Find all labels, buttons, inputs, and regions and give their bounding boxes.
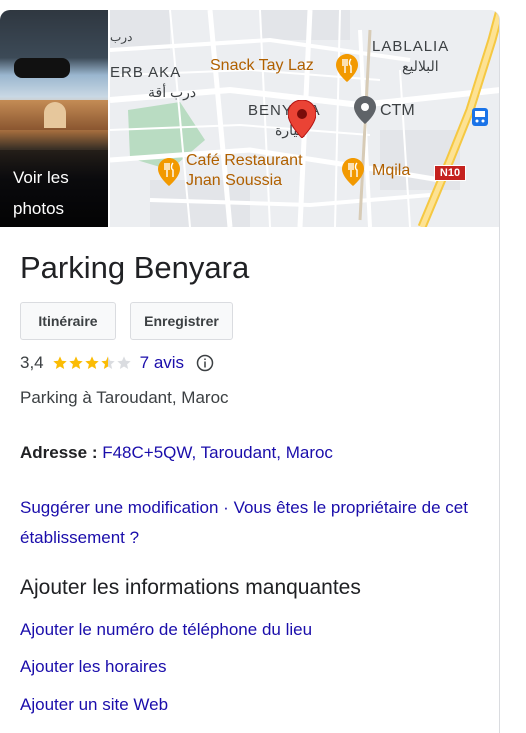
gate-shape [44, 102, 66, 128]
star-full-icon [84, 356, 99, 369]
n10-road-badge: N10 [434, 165, 466, 181]
photos-tile[interactable]: Voir les photos [0, 10, 108, 227]
reviews-link[interactable]: 7 avis [140, 353, 184, 373]
save-button[interactable]: Enregistrer [130, 302, 233, 340]
info-icon[interactable] [196, 354, 214, 372]
rating-score: 3,4 [20, 353, 44, 372]
snack-tay-laz-label[interactable]: Snack Tay Laz [210, 57, 314, 75]
suggest-edit-link[interactable]: Suggérer une modification · Vous êtes le… [20, 493, 470, 553]
derbaka-arabic-label: درب أقة [148, 84, 197, 100]
rating-row: 3,4 7 avis [20, 352, 214, 374]
ctm-label[interactable]: CTM [380, 102, 415, 120]
fork-knife-icon[interactable] [336, 54, 358, 82]
address-value[interactable]: F48C+5QW, Taroudant, Maroc [102, 443, 333, 462]
cafe-restaurant-label[interactable]: Café Restaurant [186, 152, 303, 170]
star-rating [52, 355, 132, 371]
add-phone-link[interactable]: Ajouter le numéro de téléphone du lieu [20, 620, 312, 640]
star-full-icon [52, 356, 67, 369]
itinerary-button[interactable]: Itinéraire [20, 302, 116, 340]
add-hours-link[interactable]: Ajouter les horaires [20, 657, 166, 677]
add-website-link[interactable]: Ajouter un site Web [20, 695, 168, 715]
place-title: Parking Benyara [20, 250, 250, 285]
missing-info-heading: Ajouter les informations manquantes [20, 576, 361, 599]
address-row: Adresse : F48C+5QW, Taroudant, Maroc [20, 443, 333, 463]
place-category: Parking à Taroudant, Maroc [20, 388, 229, 407]
bus-icon[interactable] [472, 108, 488, 126]
lablalia-label: LABLALIA [372, 38, 450, 55]
map-thumbnail[interactable]: LABLALIA البلاليع ERB AKA درب أقة درب BE… [110, 10, 499, 227]
top-arabic-label: درب [110, 30, 133, 44]
address-label: Adresse : [20, 443, 98, 462]
mirror-shape [14, 58, 70, 78]
mqila-label[interactable]: Mqila [372, 162, 410, 180]
fork-knife-icon[interactable] [158, 158, 180, 186]
jnan-soussia-label[interactable]: Jnan Soussia [186, 172, 282, 190]
derbaka-label: ERB AKA [110, 64, 182, 81]
star-half-icon [100, 356, 115, 369]
location-pin-icon[interactable] [354, 96, 376, 124]
see-photos-label[interactable]: Voir les photos [13, 162, 103, 224]
fork-knife-icon[interactable] [342, 158, 364, 186]
star-full-icon [68, 356, 83, 369]
star-empty-icon [116, 356, 131, 369]
pin-red-icon[interactable] [288, 100, 316, 138]
lablalia-arabic-label: البلاليع [402, 58, 439, 74]
